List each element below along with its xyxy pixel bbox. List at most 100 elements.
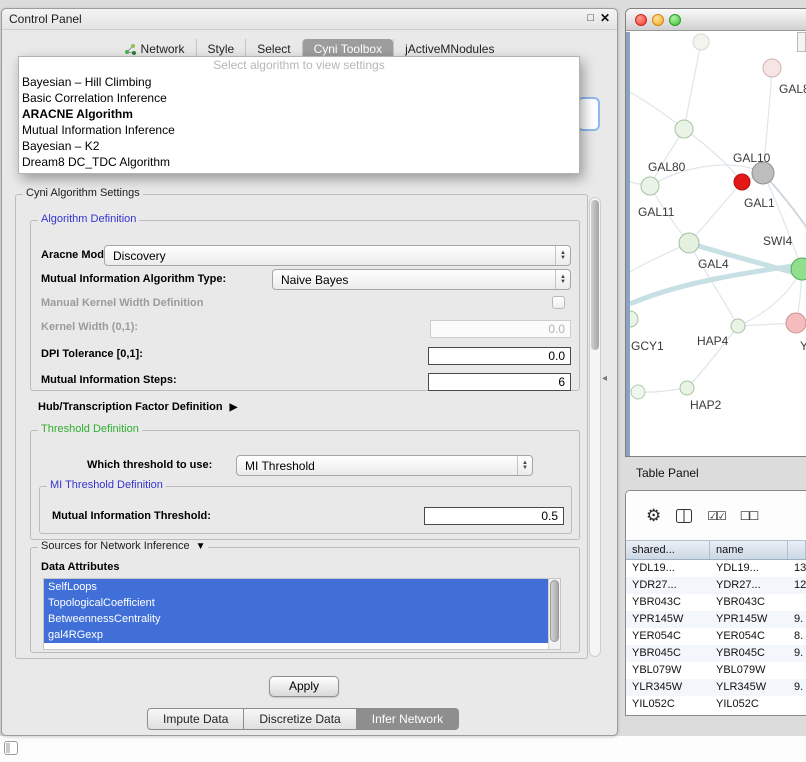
dropdown-item[interactable]: Mutual Information Inference <box>19 122 579 138</box>
network-canvas[interactable]: GAL8 GAL80 GAL10 GAL11 GAL1 SWI4 GAL4 GC… <box>626 32 806 456</box>
zoom-traffic-light[interactable] <box>669 14 681 26</box>
list-item-selected[interactable]: TopologicalCoefficient <box>44 595 548 611</box>
network-node-selected[interactable] <box>734 174 750 190</box>
network-view-window: GAL8 GAL80 GAL10 GAL11 GAL1 SWI4 GAL4 GC… <box>625 8 806 457</box>
close-traffic-light[interactable] <box>635 14 647 26</box>
cell: YPR145W <box>626 611 710 628</box>
list-scrollbar[interactable] <box>548 579 560 649</box>
mi-threshold-label: Mutual Information Threshold: <box>52 510 211 522</box>
table-row[interactable]: YBL079W YBL079W <box>626 662 806 679</box>
network-node-labels: GAL8 GAL80 GAL10 GAL11 GAL1 SWI4 GAL4 GC… <box>631 82 806 412</box>
cell: YDR27... <box>710 577 788 594</box>
algorithm-dropdown-popup: Select algorithm to view settings Bayesi… <box>18 56 580 174</box>
dropdown-item[interactable]: Bayesian – Hill Climbing <box>19 74 579 90</box>
data-attributes-label: Data Attributes <box>41 561 119 573</box>
tab-label: Cyni Toolbox <box>314 42 382 56</box>
network-node[interactable] <box>679 233 699 253</box>
cyni-algorithm-settings-group: Cyni Algorithm Settings Algorithm Defini… <box>15 194 588 659</box>
apply-button[interactable]: Apply <box>269 676 339 697</box>
tab-infer-network[interactable]: Infer Network <box>357 708 459 730</box>
table-row[interactable]: YER054C YER054C 8. <box>626 628 806 645</box>
mi-steps-label: Mutual Information Steps: <box>41 374 177 386</box>
network-node[interactable] <box>791 258 806 280</box>
tab-discretize-data[interactable]: Discretize Data <box>244 708 356 730</box>
minimize-traffic-light[interactable] <box>652 14 664 26</box>
dropdown-item[interactable]: Dream8 DC_TDC Algorithm <box>19 154 579 170</box>
node-label: HAP2 <box>690 398 722 412</box>
algorithm-combo-focus-fragment[interactable] <box>577 97 600 131</box>
list-item-selected[interactable]: gal4RGexp <box>44 627 548 643</box>
splitter-arrow-icon[interactable]: ◂ <box>602 373 607 384</box>
network-node[interactable] <box>630 311 638 327</box>
column-header[interactable]: shared... <box>626 541 710 559</box>
network-node[interactable] <box>786 313 806 333</box>
table-row[interactable]: YIL052C YIL052C <box>626 696 806 713</box>
table-row[interactable]: YBR045C YBR045C 9. <box>626 645 806 662</box>
float-window-icon[interactable]: □ <box>587 12 594 24</box>
cell: YLR345W <box>710 679 788 696</box>
cell: 9. <box>788 645 806 662</box>
cell: YDL19... <box>710 560 788 577</box>
network-scrollbar-cap[interactable] <box>797 32 806 52</box>
table-row[interactable]: YDR27... YDR27... 12 <box>626 577 806 594</box>
cell: YIL052C <box>710 696 788 713</box>
deselect-all-rows-icon[interactable]: ☐☐ <box>740 509 758 523</box>
dropdown-item-selected[interactable]: ARACNE Algorithm <box>19 106 579 122</box>
table-panel-label: Table Panel <box>636 466 699 480</box>
network-node[interactable] <box>641 177 659 195</box>
column-header[interactable]: name <box>710 541 788 559</box>
dpi-tolerance-input[interactable] <box>428 347 571 365</box>
cell: YBR043C <box>710 594 788 611</box>
settings-scrollbar-thumb[interactable] <box>591 200 599 350</box>
hub-definition-toggle[interactable]: Hub/Transcription Factor Definition ▶ <box>38 401 237 413</box>
panel-restore-icon[interactable] <box>4 741 18 755</box>
table-row[interactable]: YDL19... YDL19... 13 <box>626 560 806 577</box>
which-threshold-combo[interactable]: MI Threshold ▲▼ <box>236 455 533 476</box>
mi-type-combo[interactable]: Naive Bayes ▲▼ <box>272 269 571 290</box>
tab-impute-data[interactable]: Impute Data <box>147 708 244 730</box>
cell: YLR345W <box>626 679 710 696</box>
column-header[interactable] <box>788 541 806 559</box>
columns-icon[interactable] <box>676 509 692 523</box>
combo-value: Discovery <box>105 249 555 263</box>
kernel-width-input[interactable] <box>430 320 571 338</box>
table-panel-window: ⚙ ☑☑ ☐☐ shared... name YDL19... YDL19...… <box>625 490 806 716</box>
node-label: GCY1 <box>631 339 664 353</box>
table-row[interactable]: YPR145W YPR145W 9. <box>626 611 806 628</box>
network-node[interactable] <box>675 120 693 138</box>
network-graph: GAL8 GAL80 GAL10 GAL11 GAL1 SWI4 GAL4 GC… <box>630 32 806 457</box>
dropdown-item[interactable]: Basic Correlation Inference <box>19 90 579 106</box>
network-node[interactable] <box>680 381 694 395</box>
cell <box>788 594 806 611</box>
sources-toggle[interactable]: Sources for Network Inference ▼ <box>38 540 208 552</box>
node-label: GAL8 <box>779 82 806 96</box>
table-row[interactable]: YBR043C YBR043C <box>626 594 806 611</box>
settings-scrollbar[interactable] <box>589 197 601 657</box>
dropdown-item[interactable]: Bayesian – K2 <box>19 138 579 154</box>
node-label: GAL10 <box>733 151 771 165</box>
kernel-width-label: Kernel Width (0,1): <box>41 321 138 333</box>
list-scrollbar-thumb[interactable] <box>550 580 559 642</box>
network-node[interactable] <box>631 385 645 399</box>
mi-threshold-input[interactable] <box>424 507 564 525</box>
aracne-mode-combo[interactable]: Discovery ▲▼ <box>104 245 571 266</box>
mi-steps-input[interactable] <box>428 373 571 391</box>
cell: YER054C <box>626 628 710 645</box>
network-node[interactable] <box>731 319 745 333</box>
window-title: Control Panel <box>9 12 82 26</box>
node-label: GAL80 <box>648 160 686 174</box>
select-all-rows-icon[interactable]: ☑☑ <box>707 509 725 523</box>
close-icon[interactable]: ✕ <box>600 11 610 25</box>
list-item-selected[interactable]: SelfLoops <box>44 579 548 595</box>
expand-right-icon: ▶ <box>230 402 238 413</box>
manual-kernel-checkbox[interactable] <box>552 296 565 309</box>
cell: 9. <box>788 611 806 628</box>
network-node[interactable] <box>693 34 709 50</box>
network-node[interactable] <box>763 59 781 77</box>
list-item-selected[interactable]: BetweennessCentrality <box>44 611 548 627</box>
bottom-background-band <box>0 736 806 762</box>
gear-icon[interactable]: ⚙ <box>646 506 661 526</box>
aracne-mode-label: Aracne Mode: <box>41 249 114 261</box>
network-node[interactable] <box>752 162 774 184</box>
table-row[interactable]: YLR345W YLR345W 9. <box>626 679 806 696</box>
